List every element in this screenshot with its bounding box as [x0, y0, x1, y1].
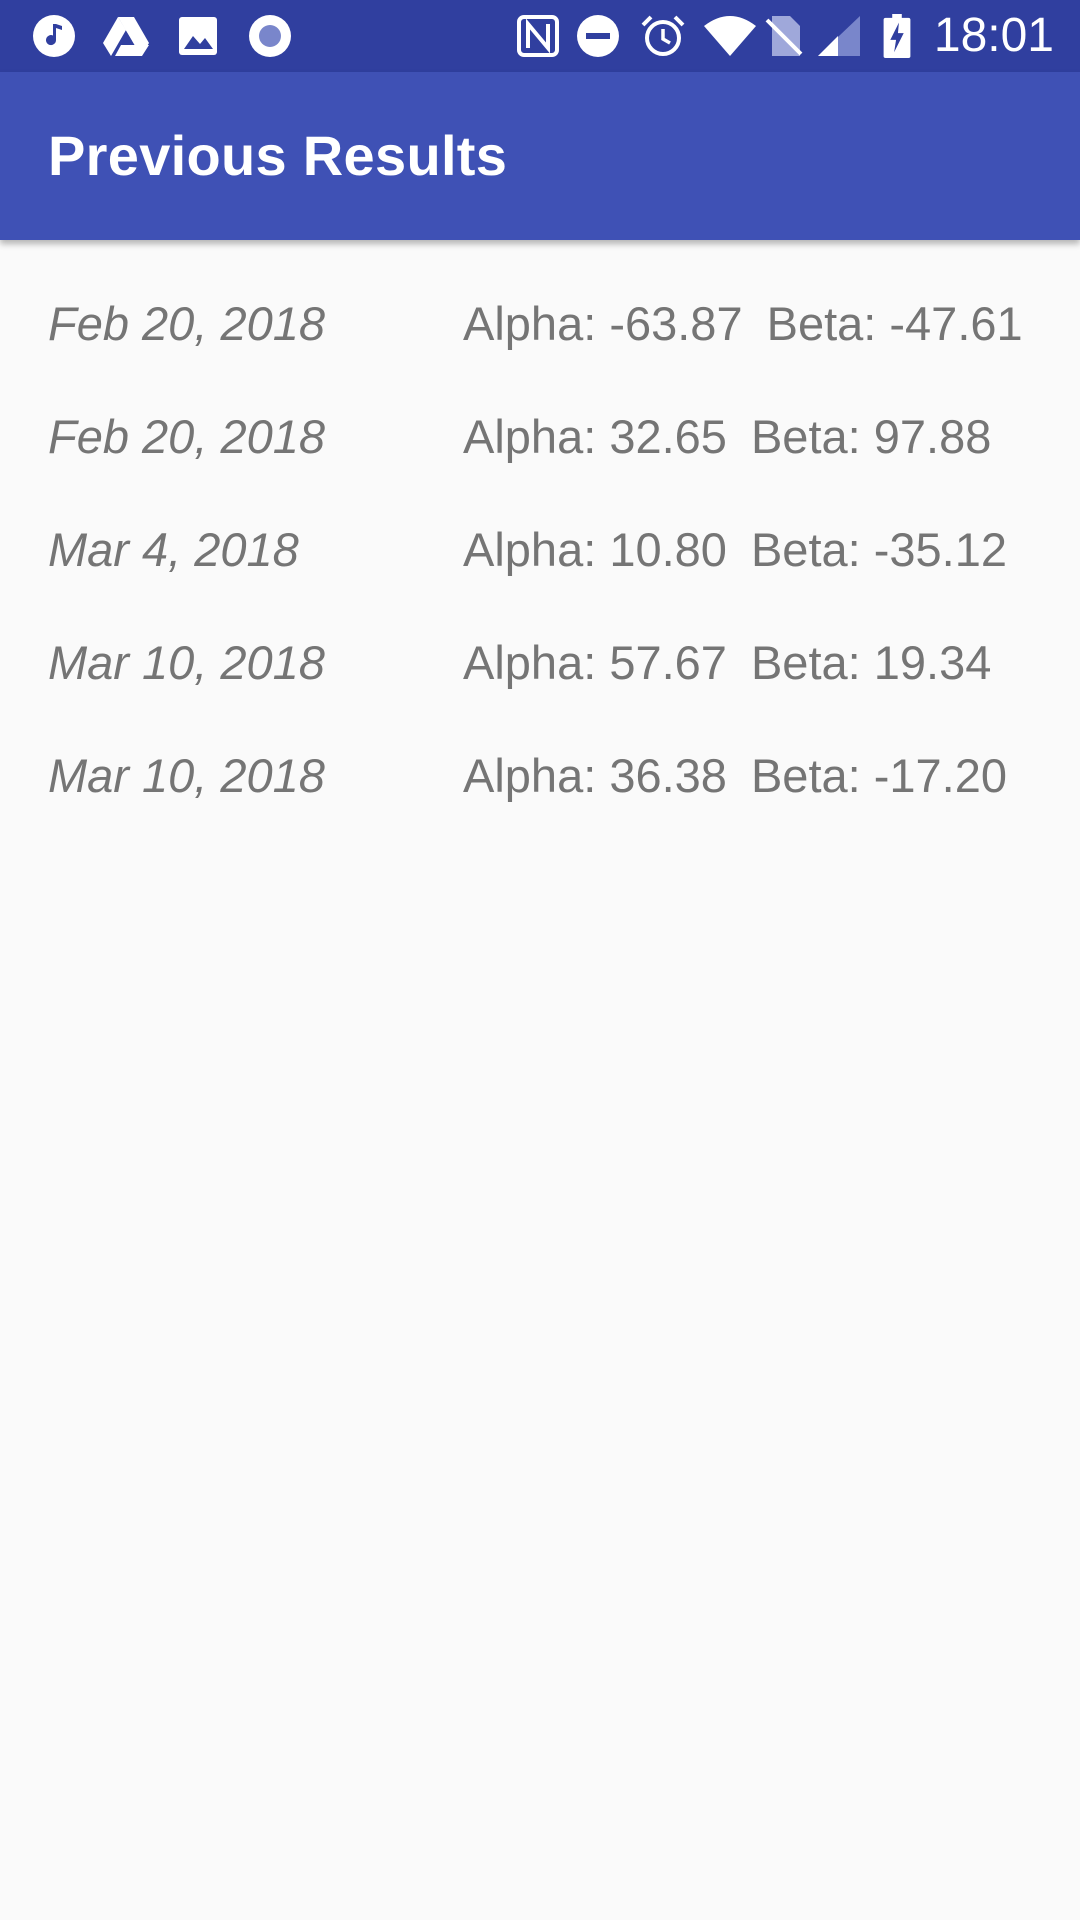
beta-value: Beta: -47.61 [766, 297, 1023, 350]
status-bar: 18:01 [0, 0, 1080, 72]
record-icon [249, 15, 291, 57]
result-date: Feb 20, 2018 [48, 297, 325, 350]
result-date: Mar 10, 2018 [48, 636, 325, 689]
alpha-value: Alpha: 36.38 [463, 749, 727, 802]
alpha-value: Alpha: 10.80 [463, 523, 727, 576]
wifi-icon [704, 16, 756, 56]
beta-value: Beta: 97.88 [750, 410, 992, 463]
app-bar: Previous Results [0, 72, 1080, 240]
beta-value: Beta: 19.34 [750, 636, 992, 689]
result-values: Alpha: 57.67 Beta: 19.34 [463, 635, 991, 691]
result-row[interactable]: Mar 10, 2018 Alpha: 57.67 Beta: 19.34 [0, 613, 1080, 726]
results-list[interactable]: Feb 20, 2018 Alpha: -63.87 Beta: -47.61 F… [0, 240, 1080, 839]
alpha-value: Alpha: 32.65 [463, 410, 727, 463]
battery-charging-icon [883, 14, 911, 58]
google-drive-icon [103, 17, 149, 56]
page-title: Previous Results [48, 124, 508, 187]
result-row[interactable]: Feb 20, 2018 Alpha: -63.87 Beta: -47.61 [0, 274, 1080, 387]
cell-signal-icon [818, 16, 860, 56]
beta-value: Beta: -17.20 [750, 749, 1008, 802]
result-values: Alpha: 32.65 Beta: 97.88 [463, 409, 991, 465]
result-values: Alpha: 36.38 Beta: -17.20 [463, 748, 1007, 804]
alarm-icon [641, 15, 685, 56]
result-values: Alpha: -63.87 Beta: -47.61 [463, 296, 1023, 352]
result-values: Alpha: 10.80 Beta: -35.12 [463, 522, 1007, 578]
result-row[interactable]: Mar 10, 2018 Alpha: 36.38 Beta: -17.20 [0, 726, 1080, 839]
music-note-icon [33, 15, 75, 57]
do-not-disturb-icon [577, 15, 619, 57]
result-row[interactable]: Mar 4, 2018 Alpha: 10.80 Beta: -35.12 [0, 500, 1080, 613]
result-date: Feb 20, 2018 [48, 410, 325, 463]
result-date: Mar 4, 2018 [48, 523, 299, 576]
alpha-value: Alpha: -63.87 [463, 297, 743, 350]
result-date: Mar 10, 2018 [48, 749, 325, 802]
nfc-icon [517, 15, 559, 57]
image-icon [179, 17, 217, 55]
alpha-value: Alpha: 57.67 [463, 636, 727, 689]
beta-value: Beta: -35.12 [750, 523, 1008, 576]
no-sim-icon [765, 16, 803, 56]
result-row[interactable]: Feb 20, 2018 Alpha: 32.65 Beta: 97.88 [0, 387, 1080, 500]
status-time: 18:01 [933, 9, 1054, 62]
